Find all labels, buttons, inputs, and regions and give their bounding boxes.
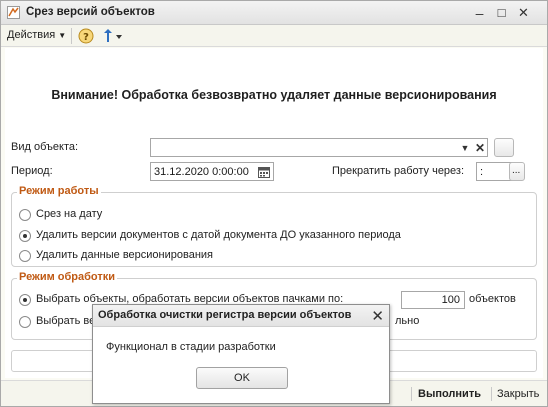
work-mode-title: Режим работы <box>17 185 101 197</box>
actions-label: Действия <box>7 29 56 41</box>
ellipsis-icon: ... <box>512 165 521 176</box>
process-mode-option-1-label[interactable]: Выбрать ве <box>36 315 95 327</box>
object-type-field[interactable]: ▼ ✕ <box>150 138 488 157</box>
dialog-title: Обработка очистки регистра версии объект… <box>98 309 352 321</box>
period-value: 31.12.2020 0:00:00 <box>154 166 249 178</box>
process-mode-option-1-radio[interactable] <box>19 316 31 328</box>
app-icon <box>7 6 20 19</box>
minimize-button[interactable]: – <box>471 4 488 21</box>
close-icon: ✕ <box>518 4 529 20</box>
object-type-clear[interactable]: ✕ <box>473 139 487 156</box>
window-title: Срез версий объектов <box>26 6 155 18</box>
title-bar: Срез версий объектов – □ ✕ <box>1 1 547 25</box>
process-mode-option-0-radio[interactable] <box>19 294 31 306</box>
minimize-icon: – <box>475 4 484 21</box>
stop-after-label: Прекратить работу через: <box>332 165 465 177</box>
object-type-label: Вид объекта: <box>11 141 79 153</box>
up-arrow-icon[interactable] <box>101 28 125 44</box>
actions-menu[interactable]: Действия ▼ <box>7 29 66 41</box>
run-button[interactable]: Выполнить <box>418 388 481 400</box>
process-mode-option-1-tail: льно <box>395 315 420 327</box>
work-mode-option-2-label[interactable]: Удалить данные версионирования <box>36 249 213 261</box>
help-icon[interactable]: ? <box>78 28 94 44</box>
work-mode-option-0-label[interactable]: Срез на дату <box>36 208 102 220</box>
period-field[interactable]: 31.12.2020 0:00:00 <box>150 162 274 181</box>
chevron-down-icon: ▼ <box>460 142 470 153</box>
batch-size-value: 100 <box>441 294 460 306</box>
dialog-close-icon[interactable]: ✕ <box>371 307 384 325</box>
maximize-button[interactable]: □ <box>493 4 510 21</box>
maximize-icon: □ <box>497 5 506 20</box>
toolbar-divider <box>71 28 72 44</box>
help-glyph: ? <box>83 32 89 43</box>
work-mode-option-1-label[interactable]: Удалить версии документов с датой докуме… <box>36 229 401 241</box>
close-button[interactable]: ✕ <box>515 4 532 21</box>
stop-after-select-button[interactable]: ... <box>509 162 525 181</box>
info-dialog: Обработка очистки регистра версии объект… <box>92 304 390 404</box>
ok-button[interactable]: OK <box>196 367 288 389</box>
calendar-icon[interactable] <box>258 166 270 178</box>
close-form-button[interactable]: Закрыть <box>497 388 539 400</box>
work-mode-option-1-radio[interactable] <box>19 230 31 242</box>
chevron-down-icon: ▼ <box>58 31 67 40</box>
dialog-title-bar: Обработка очистки регистра версии объект… <box>93 305 389 327</box>
footer-divider <box>411 387 412 401</box>
batch-unit-label: объектов <box>469 293 516 305</box>
work-mode-option-0-radio[interactable] <box>19 209 31 221</box>
object-type-dropdown[interactable]: ▼ <box>458 139 472 156</box>
dialog-message: Функционал в стадии разработки <box>106 341 276 353</box>
object-type-select-button[interactable] <box>494 138 514 157</box>
work-mode-option-2-radio[interactable] <box>19 250 31 262</box>
stop-after-field[interactable]: : <box>476 162 512 181</box>
period-label: Период: <box>11 165 53 177</box>
warning-message: Внимание! Обработка безвозвратно удаляет… <box>51 88 497 102</box>
batch-size-field[interactable]: 100 <box>401 291 465 309</box>
clear-icon: ✕ <box>474 140 486 155</box>
toolbar: Действия ▼ ? <box>1 25 547 47</box>
process-mode-title: Режим обработки <box>17 271 118 283</box>
stop-after-value: : <box>480 166 484 178</box>
footer-divider <box>491 387 492 401</box>
